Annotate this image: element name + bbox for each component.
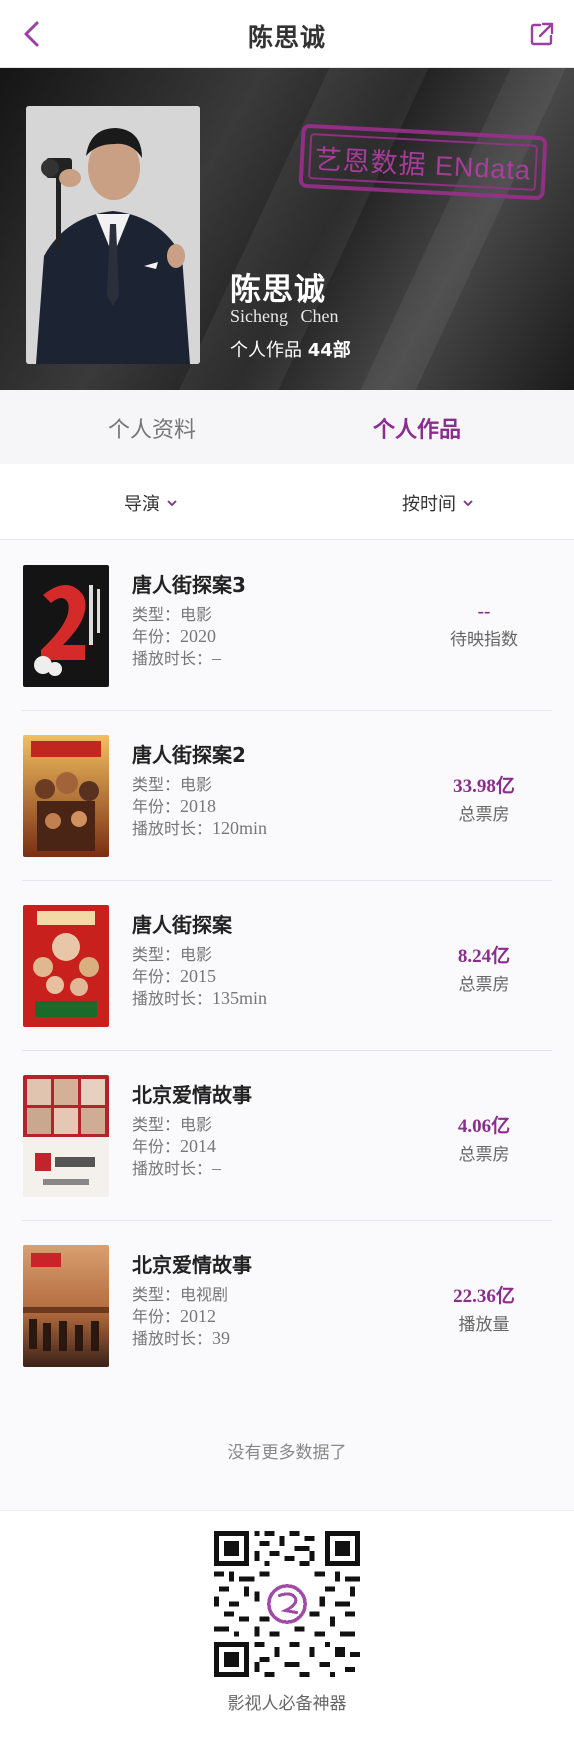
movie-poster (23, 1075, 109, 1197)
list-item[interactable]: 唐人街探案 类型：电影 年份：2015 播放时长：135min 8.24亿 总票… (0, 881, 574, 1051)
page-title: 陈思诚 (247, 23, 326, 52)
work-duration: 播放时长：– (132, 648, 222, 668)
work-type: 类型：电影 (132, 605, 213, 624)
role-filter-dropdown[interactable]: 导演 (124, 490, 178, 516)
tab-works[interactable]: 个人作品 (373, 412, 461, 444)
tab-profile[interactable]: 个人资料 (108, 412, 196, 444)
nav-bar: 陈思诚 (0, 0, 574, 68)
work-title: 北京爱情故事 (132, 1083, 252, 1107)
person-name: 陈思诚 (230, 272, 326, 308)
work-stat: 4.06亿 总票房 (424, 1111, 544, 1165)
movie-poster (23, 565, 109, 687)
work-type: 类型：电影 (132, 945, 213, 964)
avatar (26, 106, 200, 364)
no-more-data-text: 没有更多数据了 (227, 1443, 347, 1463)
chevron-down-icon (463, 500, 473, 507)
works-count-label: 个人作品 (230, 340, 302, 361)
endata-watermark: 艺恩数据 ENdata (298, 123, 548, 201)
movie-poster (23, 735, 109, 857)
portrait-image (26, 106, 200, 364)
footer: 影视人必备神器 (0, 1510, 574, 1740)
work-year: 年份：2015 (132, 966, 217, 986)
role-filter-label: 导演 (124, 494, 160, 515)
sort-filter-dropdown[interactable]: 按时间 (402, 490, 474, 516)
stat-value: 8.24亿 (457, 946, 511, 967)
qr-code[interactable] (214, 1531, 360, 1677)
stat-value: 4.06亿 (457, 1116, 511, 1137)
works-count-value: 44部 (307, 340, 351, 361)
works-count: 个人作品 44部 (230, 336, 351, 362)
stat-value: 22.36亿 (453, 1286, 515, 1307)
profile-tabs: 个人资料 个人作品 (0, 390, 574, 464)
work-duration: 播放时长：39 (132, 1328, 231, 1348)
list-item[interactable]: 唐人街探案3 类型：电影 年份：2020 播放时长：– -- 待映指数 (0, 541, 574, 711)
work-year: 年份：2014 (132, 1136, 217, 1156)
work-title: 唐人街探案2 (132, 743, 246, 767)
person-name-en: Sicheng Chen (230, 306, 339, 326)
works-list: 唐人街探案3 类型：电影 年份：2020 播放时长：– -- 待映指数 唐人街探… (0, 541, 574, 1511)
work-title: 北京爱情故事 (132, 1253, 252, 1277)
work-year: 年份：2012 (132, 1306, 217, 1326)
stat-label: 播放量 (458, 1315, 510, 1335)
work-type: 类型：电影 (132, 1115, 213, 1134)
work-stat: 33.98亿 总票房 (424, 771, 544, 825)
share-external-icon (530, 22, 554, 46)
movie-poster (23, 1245, 109, 1367)
chevron-down-icon (167, 500, 177, 507)
work-year: 年份：2020 (132, 626, 217, 646)
stat-value: 33.98亿 (453, 776, 515, 797)
work-type: 类型：电影 (132, 775, 213, 794)
work-type: 类型：电视剧 (132, 1285, 229, 1304)
stat-label: 待映指数 (450, 630, 518, 650)
profile-hero: 艺恩数据 ENdata 陈思诚 Sicheng Chen 个人作品 44部 (0, 68, 574, 390)
work-duration: 播放时长：120min (132, 818, 268, 838)
list-item[interactable]: 北京爱情故事 类型：电影 年份：2014 播放时长：– 4.06亿 总票房 (0, 1051, 574, 1221)
work-year: 年份：2018 (132, 796, 217, 816)
filter-bar: 导演 按时间 (0, 464, 574, 540)
share-button[interactable] (524, 16, 560, 52)
work-duration: 播放时长：135min (132, 988, 268, 1008)
stat-label: 总票房 (458, 1145, 510, 1165)
work-stat: -- 待映指数 (424, 601, 544, 650)
work-title: 唐人街探案 (132, 913, 232, 937)
work-title: 唐人街探案3 (132, 573, 246, 597)
sort-filter-label: 按时间 (402, 494, 456, 515)
stat-label: 总票房 (458, 975, 510, 995)
stat-label: 总票房 (458, 805, 510, 825)
work-stat: 22.36亿 播放量 (424, 1281, 544, 1335)
stat-value: -- (477, 601, 491, 622)
list-item[interactable]: 唐人街探案2 类型：电影 年份：2018 播放时长：120min 33.98亿 … (0, 711, 574, 881)
work-duration: 播放时长：– (132, 1158, 222, 1178)
movie-poster (23, 905, 109, 1027)
list-item[interactable]: 北京爱情故事 类型：电视剧 年份：2012 播放时长：39 22.36亿 播放量 (0, 1221, 574, 1391)
work-stat: 8.24亿 总票房 (424, 941, 544, 995)
footer-caption: 影视人必备神器 (227, 1694, 347, 1714)
